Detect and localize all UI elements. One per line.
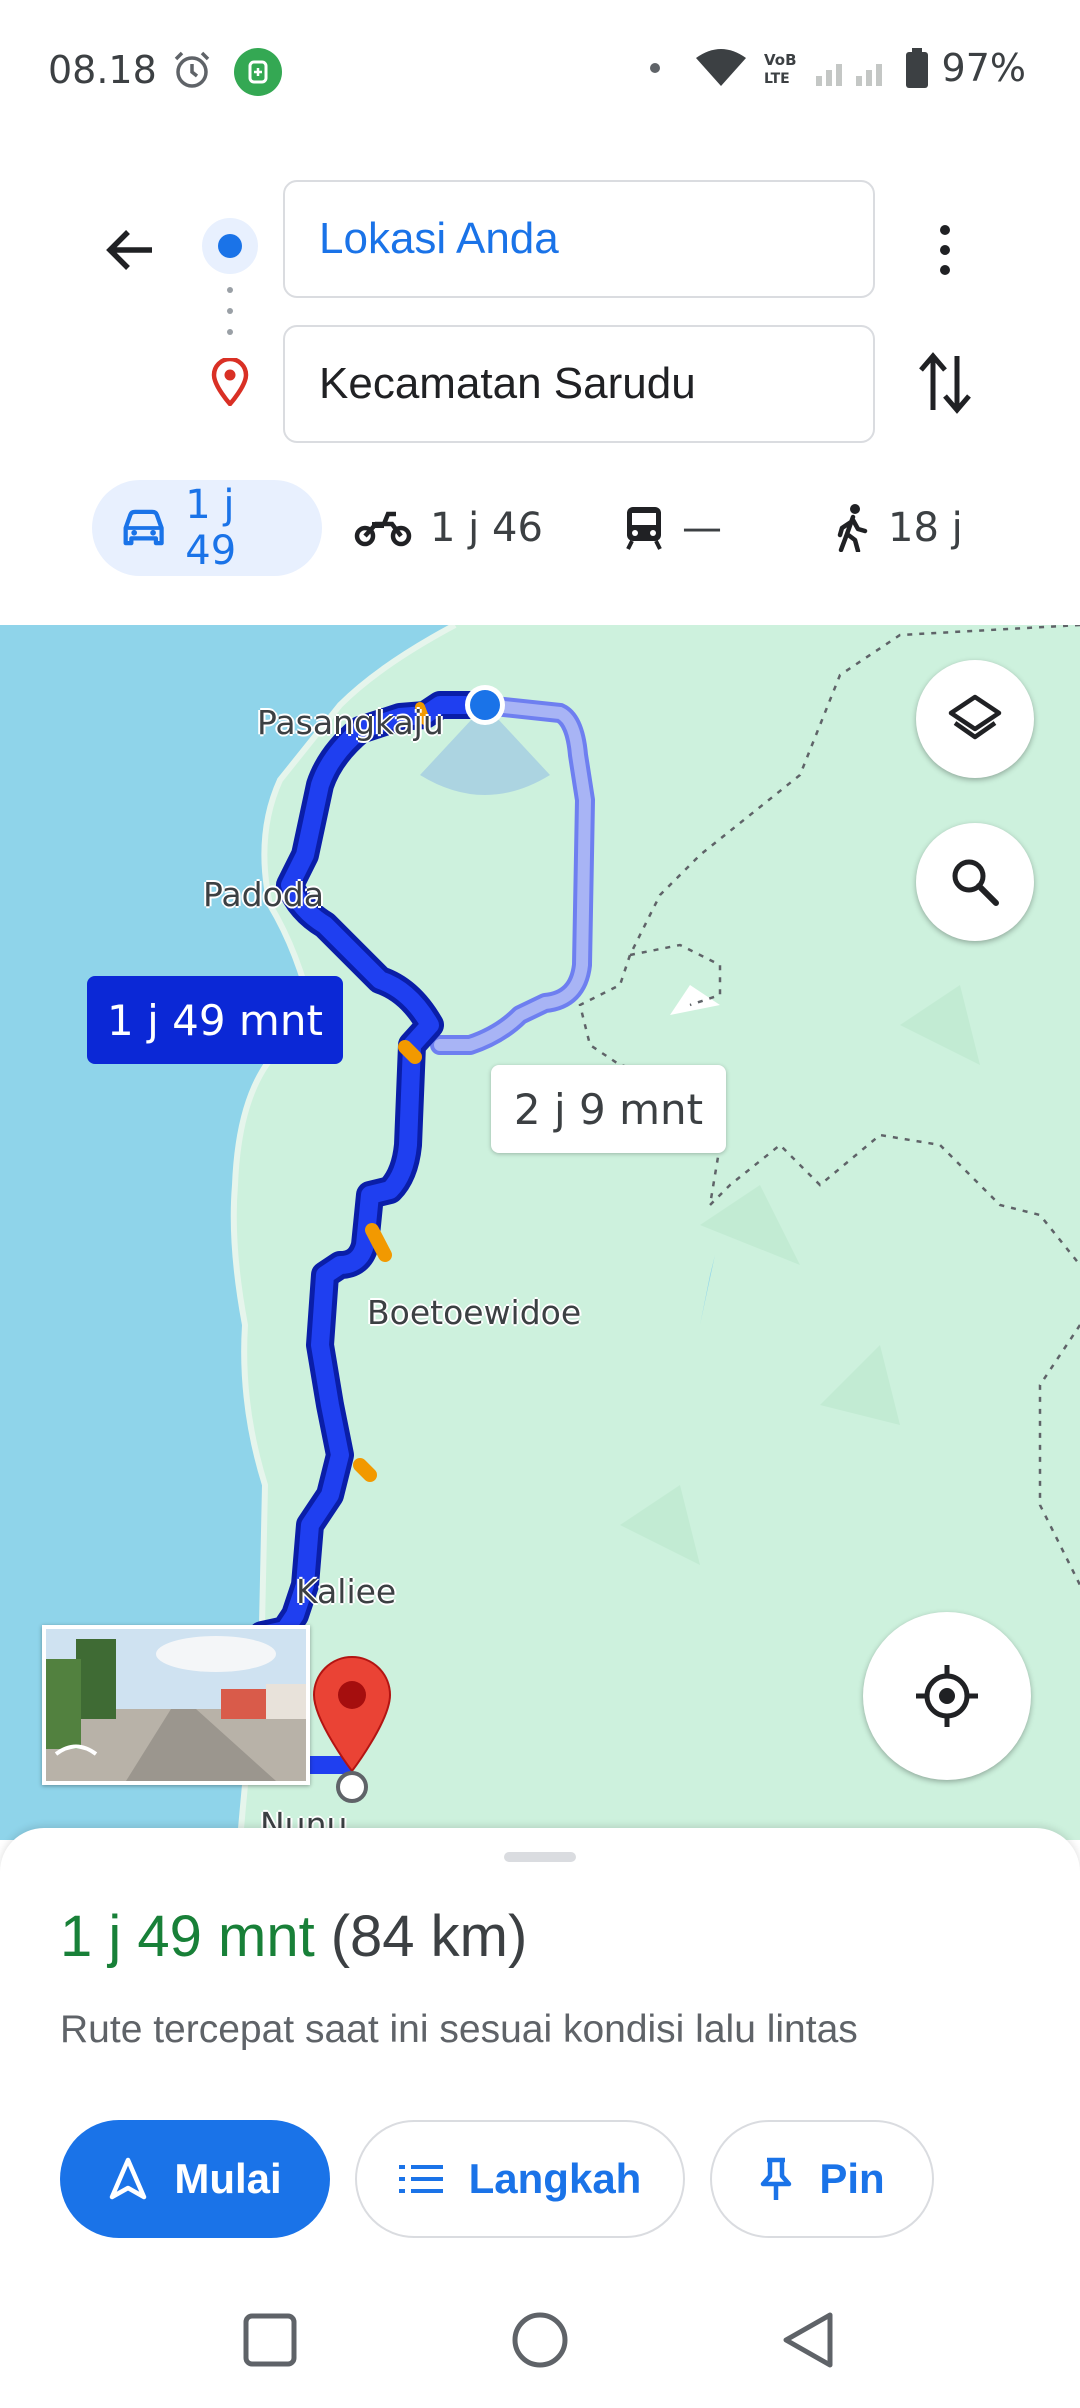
map-search-button[interactable] [916,823,1034,941]
directions-header: Lokasi Anda Kecamatan Sarudu 1 j 49 1 j … [0,140,1080,625]
home-icon [512,2312,568,2368]
alarm-icon [174,51,210,88]
place-label: Kaliee [296,1572,397,1611]
list-icon [398,2165,443,2193]
svg-text:LTE: LTE [764,71,790,87]
volte-icon: VoB LTE [764,51,797,87]
place-label: Padoda [203,875,324,914]
map-view[interactable]: Pasangkaju Padoda Boetoewidoe Kaliee Nun… [0,625,1080,1840]
start-label: Mulai [174,2155,282,2202]
alt-route-time-badge[interactable]: 2 j 9 mnt [491,1065,726,1153]
svg-text:VoB: VoB [764,51,797,69]
pin-button[interactable]: Pin [710,2120,934,2238]
status-time: 08.18 [48,48,157,92]
origin-dot-icon [202,218,258,274]
mode-drive-time: 1 j 49 [185,482,237,574]
motorcycle-icon [354,511,412,547]
destination-pin-icon [211,358,249,406]
status-bar: 08.18 VoB LTE 97% [0,0,1080,140]
signal-icon [815,64,882,86]
steps-button[interactable]: Langkah [355,2120,685,2238]
traffic-segment [353,1458,377,1482]
sheet-drag-handle[interactable] [504,1852,576,1862]
travel-modes: 1 j 49 1 j 46 — 18 j [92,480,963,576]
back-arrow-icon [106,230,152,270]
main-route-line [248,691,499,1649]
route-actions: Mulai Langkah Pin [60,2120,934,2238]
layers-button[interactable] [916,660,1034,778]
search-icon [952,859,999,906]
route-description: Rute tercepat saat ini sesuai kondisi la… [60,2008,858,2051]
wifi-icon [695,48,746,86]
swap-icon [919,352,971,414]
system-nav-bar [0,2270,1080,2408]
battery-icon [905,48,928,88]
my-location-icon [916,1665,978,1727]
app-notification-icon [234,48,282,96]
mode-motorcycle-tab[interactable]: 1 j 46 [354,480,594,576]
navigation-icon [110,2157,147,2200]
back-icon [783,2312,833,2368]
walk-icon [837,504,868,552]
my-location-button[interactable] [863,1612,1031,1780]
mode-walk-time: 18 j [888,505,963,551]
traffic-segment [398,1040,422,1064]
recents-icon [243,2313,297,2367]
battery-percent: 97% [941,46,1026,90]
back-nav-button[interactable] [778,2310,838,2370]
swap-button[interactable] [915,348,975,418]
route-distance: (84 km) [330,1904,528,1969]
route-duration: 1 j 49 mnt [60,1904,315,1969]
back-button[interactable] [95,215,165,285]
car-icon [123,509,164,546]
start-button[interactable]: Mulai [60,2120,330,2238]
dot-icon [649,63,660,73]
place-label: Pasangkaju [257,703,444,742]
train-icon [626,507,662,550]
pin-icon [761,2157,792,2200]
origin-input[interactable]: Lokasi Anda [283,180,875,298]
mode-drive-tab[interactable]: 1 j 49 [92,480,322,576]
main-route-time-badge[interactable]: 1 j 49 mnt [87,976,343,1064]
mode-transit-time: — [682,505,722,551]
home-button[interactable] [510,2310,570,2370]
pin-label: Pin [819,2155,885,2202]
more-options-button[interactable] [920,210,970,290]
mode-walk-tab[interactable]: 18 j [834,480,963,576]
mode-transit-tab[interactable]: — [624,480,804,576]
route-connector [227,287,233,335]
destination-input[interactable]: Kecamatan Sarudu [283,325,875,443]
route-summary: 1 j 49 mnt (84 km) [60,1903,527,1970]
status-icons: VoB LTE 97% [649,46,1026,90]
recents-button[interactable] [240,2310,300,2370]
layers-icon [948,694,1002,740]
street-view-thumbnail[interactable] [42,1625,310,1785]
steps-label: Langkah [468,2155,642,2202]
place-label: Boetoewidoe [367,1293,582,1332]
destination-marker-icon [312,1656,392,1803]
street-view-image [46,1629,306,1781]
mode-motorcycle-time: 1 j 46 [430,505,543,551]
